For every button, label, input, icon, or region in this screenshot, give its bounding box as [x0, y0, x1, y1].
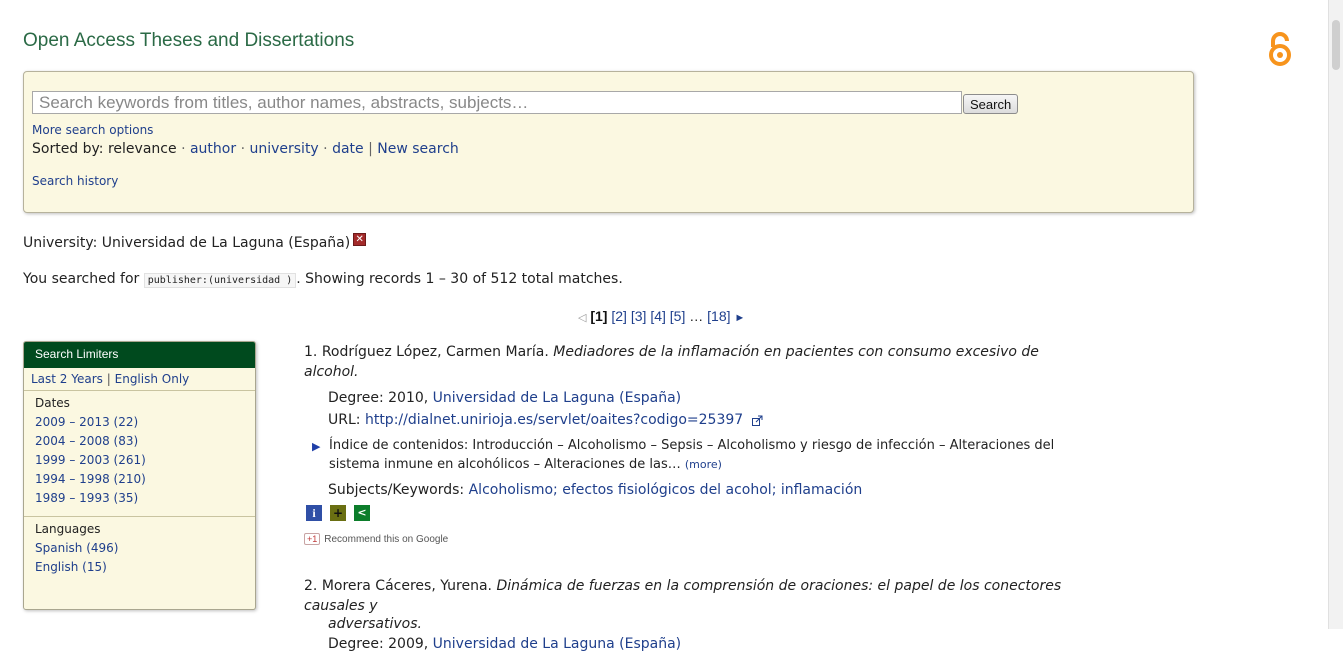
- result-url: URL: http://dialnet.unirioja.es/servlet/…: [304, 410, 1094, 430]
- date-range-link[interactable]: 1994 – 1998 (210): [35, 472, 244, 486]
- search-panel: Search More search options Sorted by: re…: [23, 71, 1194, 213]
- result-url-link[interactable]: http://dialnet.unirioja.es/servlet/oaite…: [365, 412, 743, 428]
- page-link[interactable]: [4]: [650, 308, 666, 324]
- sort-options: Sorted by: relevance · author · universi…: [32, 141, 459, 157]
- result-abstract: ▶ Índice de contenidos: Introducción – A…: [304, 436, 1094, 474]
- site-title[interactable]: Open Access Theses and Dissertations: [23, 30, 354, 52]
- subjects-label: Subjects/Keywords:: [328, 482, 465, 498]
- prev-page-icon: ◁: [578, 312, 587, 324]
- result-degree: Degree: 2009, Universidad de La Laguna (…: [304, 634, 1094, 654]
- limiters-header: Search Limiters: [24, 342, 255, 368]
- last-page-link[interactable]: [18]: [707, 308, 730, 324]
- degree-university-link[interactable]: Universidad de La Laguna (España): [433, 636, 681, 652]
- add-icon[interactable]: +: [330, 505, 346, 521]
- result-heading: 2. Morera Cáceres, Yurena. Dinámica de f…: [304, 576, 1094, 616]
- page-link[interactable]: [3]: [631, 308, 647, 324]
- pipe-separator: |: [106, 372, 111, 386]
- filter-label: University: Universidad de La Laguna (Es…: [23, 235, 351, 251]
- current-page: [1]: [590, 308, 608, 324]
- result-title-cont: adversativos.: [304, 616, 1094, 632]
- remove-filter-icon[interactable]: ✕: [353, 233, 367, 246]
- page-link[interactable]: [5]: [670, 308, 686, 324]
- date-range-link[interactable]: 1999 – 2003 (261): [35, 453, 244, 467]
- degree-year: 2009,: [388, 636, 429, 652]
- sort-separator: ·: [240, 141, 246, 157]
- search-history-link[interactable]: Search history: [32, 174, 118, 188]
- vertical-scrollbar[interactable]: [1328, 0, 1343, 629]
- degree-label: Degree:: [328, 636, 384, 652]
- next-page-icon[interactable]: ►: [734, 312, 745, 324]
- result-subjects: Subjects/Keywords: Alcoholismo; efectos …: [304, 480, 1094, 500]
- quick-limiters: Last 2 Years | English Only: [24, 368, 255, 391]
- query-suffix: . Showing records 1 – 30 of 512 total ma…: [296, 271, 623, 287]
- date-range-link[interactable]: 2004 – 2008 (83): [35, 434, 244, 448]
- new-search-link[interactable]: New search: [377, 141, 459, 157]
- search-input[interactable]: [32, 91, 962, 114]
- degree-year: 2010,: [388, 390, 429, 406]
- query-summary: You searched for publisher:(universidad …: [23, 271, 623, 288]
- result-author: Morera Cáceres, Yurena.: [321, 578, 493, 594]
- result-heading: 1. Rodríguez López, Carmen María. Mediad…: [304, 342, 1094, 382]
- recommend-label: Recommend this on Google: [324, 534, 449, 545]
- sort-date-link[interactable]: date: [332, 141, 364, 157]
- scrollbar-thumb[interactable]: [1332, 20, 1340, 70]
- pipe-separator: |: [368, 141, 373, 157]
- google-plus-one-icon[interactable]: +1: [304, 533, 321, 545]
- degree-university-link[interactable]: Universidad de La Laguna (España): [433, 390, 681, 406]
- page-link[interactable]: [2]: [611, 308, 627, 324]
- share-icon[interactable]: <: [354, 505, 370, 521]
- active-filter: University: Universidad de La Laguna (Es…: [23, 233, 367, 251]
- result-tools: i + <: [304, 505, 1094, 527]
- query-code: publisher:(universidad ): [143, 273, 297, 288]
- open-access-icon[interactable]: [1266, 30, 1294, 68]
- sort-university-link[interactable]: university: [249, 141, 318, 157]
- dates-label: Dates: [35, 396, 70, 410]
- more-search-options-link[interactable]: More search options: [32, 123, 153, 137]
- search-button[interactable]: Search: [963, 94, 1019, 114]
- sort-relevance: relevance: [107, 141, 177, 157]
- sort-separator: ·: [181, 141, 186, 157]
- languages-section: Languages Spanish (496) English (15): [24, 517, 255, 585]
- languages-label: Languages: [35, 522, 101, 536]
- subjects-links[interactable]: Alcoholismo; efectos fisiológicos del ac…: [469, 482, 863, 498]
- search-limiters-panel: Search Limiters Last 2 Years | English O…: [23, 341, 256, 610]
- sorted-by-label: Sorted by:: [32, 141, 104, 157]
- date-range-link[interactable]: 1989 – 1993 (35): [35, 491, 244, 505]
- language-link[interactable]: Spanish (496): [35, 541, 244, 555]
- pagination: ◁ [1] [2] [3] [4] [5] … [18] ►: [578, 308, 745, 324]
- sort-author-link[interactable]: author: [190, 141, 236, 157]
- language-link[interactable]: English (15): [35, 560, 244, 574]
- external-link-icon[interactable]: [751, 415, 763, 426]
- date-range-link[interactable]: 2009 – 2013 (22): [35, 415, 244, 429]
- result-degree: Degree: 2010, Universidad de La Laguna (…: [304, 388, 1094, 408]
- url-label: URL:: [328, 412, 361, 428]
- english-only-link[interactable]: English Only: [115, 372, 190, 386]
- info-icon[interactable]: i: [306, 505, 322, 521]
- google-recommend: +1 Recommend this on Google: [304, 533, 1094, 545]
- result-author: Rodríguez López, Carmen María.: [321, 344, 549, 360]
- result-item: 1. Rodríguez López, Carmen María. Mediad…: [304, 342, 1094, 545]
- dates-section: Dates 2009 – 2013 (22) 2004 – 2008 (83) …: [24, 391, 255, 517]
- result-number: 1.: [304, 344, 318, 360]
- query-prefix: You searched for: [23, 271, 140, 287]
- degree-label: Degree:: [328, 390, 384, 406]
- results-list: 1. Rodríguez López, Carmen María. Mediad…: [304, 342, 1094, 545]
- sort-separator: ·: [323, 141, 328, 157]
- result-title: adversativos.: [328, 616, 422, 632]
- expand-triangle-icon[interactable]: ▶: [312, 437, 320, 456]
- more-link[interactable]: (more): [685, 458, 722, 471]
- result-number: 2.: [304, 578, 318, 594]
- result-item: 2. Morera Cáceres, Yurena. Dinámica de f…: [304, 576, 1094, 654]
- pager-ellipsis: …: [689, 308, 704, 324]
- last-2-years-link[interactable]: Last 2 Years: [31, 372, 103, 386]
